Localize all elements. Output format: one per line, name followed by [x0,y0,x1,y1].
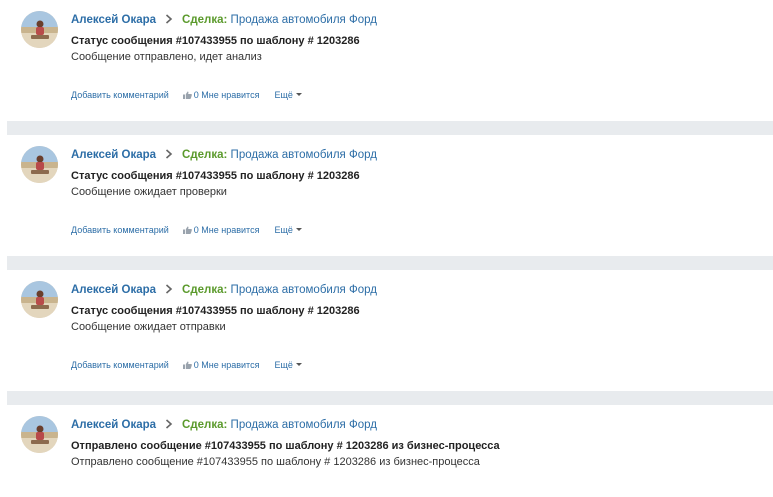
post-header: Алексей Окара Сделка: Продажа автомобиля … [71,418,377,433]
post-separator [7,121,773,135]
feed-post: Алексей Окара Сделка: Продажа автомобиля … [0,135,773,256]
thumbs-up-icon [182,90,192,99]
avatar[interactable] [21,146,58,183]
post-title: Отправлено сообщение #107433955 по шабло… [71,440,500,452]
more-menu-button[interactable]: Ещё [274,225,302,235]
post-separator [7,391,773,405]
caret-down-icon [295,363,302,366]
add-comment-link[interactable]: Добавить комментарий [71,360,169,370]
deal-link[interactable]: Продажа автомобиля Форд [231,149,377,161]
feed-post: Алексей Окара Сделка: Продажа автомобиля … [0,0,773,121]
post-body: Сообщение ожидает проверки [71,186,227,198]
author-link[interactable]: Алексей Окара [71,149,156,161]
deal-link[interactable]: Продажа автомобиля Форд [231,419,377,431]
post-body: Сообщение ожидает отправки [71,321,226,333]
like-count: 0 [193,225,199,235]
post-body: Сообщение отправлено, идет анализ [71,51,262,63]
deal-link[interactable]: Продажа автомобиля Форд [231,284,377,296]
more-label: Ещё [274,225,293,235]
chevron-right-icon [165,14,175,28]
deal-label: Сделка: [182,284,228,296]
avatar[interactable] [21,11,58,48]
deal-label: Сделка: [182,149,228,161]
like-button[interactable]: 0 Мне нравится [182,360,260,370]
caret-down-icon [295,93,302,96]
post-header: Алексей Окара Сделка: Продажа автомобиля … [71,13,377,28]
like-button[interactable]: 0 Мне нравится [182,225,260,235]
post-title: Статус сообщения #107433955 по шаблону #… [71,305,360,317]
like-label: Мне нравится [201,360,260,370]
author-link[interactable]: Алексей Окара [71,284,156,296]
like-label: Мне нравится [201,90,260,100]
feed-post: Алексей Окара Сделка: Продажа автомобиля … [0,270,773,391]
post-body: Отправлено сообщение #107433955 по шабло… [71,456,480,468]
chevron-right-icon [165,149,175,163]
like-button[interactable]: 0 Мне нравится [182,90,260,100]
like-label: Мне нравится [201,225,260,235]
more-label: Ещё [274,360,293,370]
author-link[interactable]: Алексей Окара [71,419,156,431]
like-count: 0 [193,360,199,370]
activity-feed: Алексей Окара Сделка: Продажа автомобиля … [0,0,773,497]
like-count: 0 [193,90,199,100]
add-comment-link[interactable]: Добавить комментарий [71,225,169,235]
more-menu-button[interactable]: Ещё [274,90,302,100]
author-link[interactable]: Алексей Окара [71,14,156,26]
avatar[interactable] [21,416,58,453]
chevron-right-icon [165,419,175,433]
post-title: Статус сообщения #107433955 по шаблону #… [71,170,360,182]
post-header: Алексей Окара Сделка: Продажа автомобиля … [71,283,377,298]
post-header: Алексей Окара Сделка: Продажа автомобиля … [71,148,377,163]
post-actions: Добавить комментарий 0 Мне нравится Ещё [71,89,302,101]
caret-down-icon [295,228,302,231]
post-separator [7,256,773,270]
chevron-right-icon [165,284,175,298]
post-actions: Добавить комментарий 0 Мне нравится Ещё [71,224,302,236]
thumbs-up-icon [182,360,192,369]
avatar[interactable] [21,281,58,318]
deal-label: Сделка: [182,14,228,26]
feed-post: Алексей Окара Сделка: Продажа автомобиля … [0,405,773,497]
thumbs-up-icon [182,225,192,234]
add-comment-link[interactable]: Добавить комментарий [71,90,169,100]
deal-label: Сделка: [182,419,228,431]
post-actions: Добавить комментарий 0 Мне нравится Ещё [71,359,302,371]
deal-link[interactable]: Продажа автомобиля Форд [231,14,377,26]
more-menu-button[interactable]: Ещё [274,360,302,370]
more-label: Ещё [274,90,293,100]
post-title: Статус сообщения #107433955 по шаблону #… [71,35,360,47]
